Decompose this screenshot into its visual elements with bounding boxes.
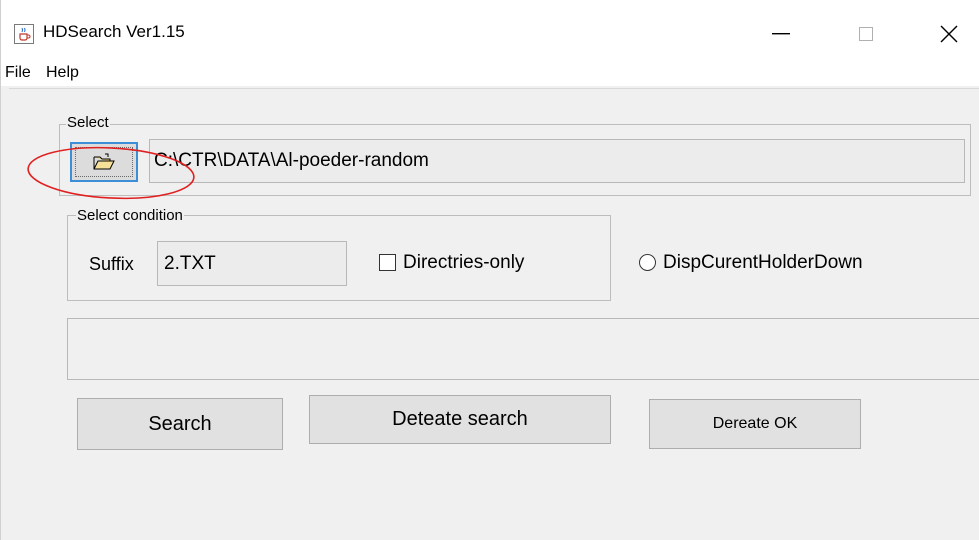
search-button[interactable]: Search [77, 398, 283, 450]
dereate-ok-button[interactable]: Dereate OK [649, 399, 861, 449]
suffix-label: Suffix [89, 254, 134, 274]
close-icon [940, 25, 958, 43]
focus-ring [75, 147, 133, 177]
deteate-search-button[interactable]: Deteate search [309, 395, 611, 444]
directories-only-label[interactable]: Directries-only [403, 252, 524, 274]
suffix-input[interactable]: 2.TXT [157, 241, 347, 286]
maximize-button[interactable] [843, 14, 889, 54]
title-bar[interactable]: HDSearch Ver1.15 [1, 0, 979, 62]
disp-current-holder-down-label[interactable]: DispCurentHolderDown [663, 252, 863, 274]
open-folder-button[interactable] [70, 142, 138, 182]
close-button[interactable] [926, 14, 972, 54]
app-window: HDSearch Ver1.15 File Help Select C:\CTR… [0, 0, 979, 540]
window-title: HDSearch Ver1.15 [43, 22, 185, 41]
maximize-icon [859, 27, 873, 41]
menu-bar: File Help [1, 62, 979, 86]
menu-divider [9, 88, 979, 89]
select-group-label: Select [66, 114, 110, 131]
condition-group-label: Select condition [76, 207, 184, 224]
minimize-button[interactable] [758, 14, 804, 54]
java-cup-icon [14, 24, 34, 44]
menu-help[interactable]: Help [44, 64, 81, 82]
minimize-icon [772, 33, 790, 35]
disp-current-holder-down-radio[interactable] [639, 254, 656, 271]
path-field[interactable]: C:\CTR\DATA\Al-poeder-random [149, 139, 965, 183]
directories-only-checkbox[interactable] [379, 254, 396, 271]
menu-file[interactable]: File [3, 64, 33, 82]
message-area [67, 318, 979, 380]
